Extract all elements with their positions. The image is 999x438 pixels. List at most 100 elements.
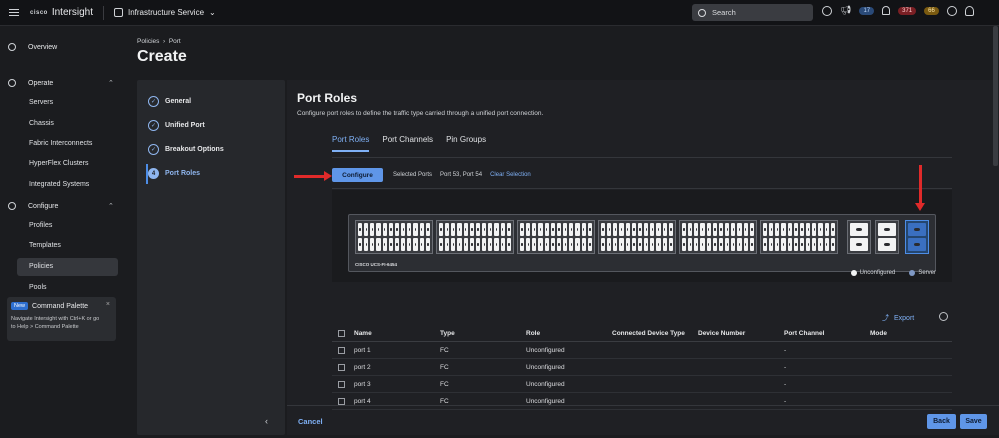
sfp-port[interactable]	[364, 223, 369, 236]
sfp-port[interactable]	[482, 238, 487, 251]
sfp-port[interactable]	[506, 223, 511, 236]
check-circle-icon[interactable]	[822, 5, 832, 16]
table-row[interactable]: port 1 FC Unconfigured -	[332, 342, 952, 359]
sfp-port[interactable]	[607, 223, 612, 236]
sfp-port[interactable]	[613, 223, 618, 236]
warning-alarms-badge[interactable]: 66	[924, 6, 939, 15]
col-mode[interactable]: Mode	[870, 330, 930, 337]
sfp-port[interactable]	[706, 223, 711, 236]
sfp-port[interactable]	[407, 223, 412, 236]
sfp-port[interactable]	[787, 223, 792, 236]
sfp-port[interactable]	[793, 223, 798, 236]
sfp-port[interactable]	[457, 238, 462, 251]
sfp-port[interactable]	[506, 238, 511, 251]
sfp-port[interactable]	[463, 238, 468, 251]
row-checkbox[interactable]	[338, 363, 345, 371]
sfp-port[interactable]	[581, 238, 586, 251]
configure-button[interactable]: Configure	[332, 168, 383, 182]
sfp-port[interactable]	[737, 238, 742, 251]
sidebar-item-templates[interactable]: Templates	[29, 242, 61, 249]
sfp-port[interactable]	[425, 223, 430, 236]
sfp-port[interactable]	[451, 238, 456, 251]
col-connected-device-type[interactable]: Connected Device Type	[612, 330, 698, 337]
sfp-port[interactable]	[644, 238, 649, 251]
sfp-port[interactable]	[806, 223, 811, 236]
sfp-port[interactable]	[650, 223, 655, 236]
sfp-port[interactable]	[824, 238, 829, 251]
sfp-port[interactable]	[682, 238, 687, 251]
qsfp-port[interactable]	[878, 238, 896, 251]
col-name[interactable]: Name	[354, 330, 440, 337]
qsfp-port[interactable]	[850, 223, 868, 236]
sfp-port[interactable]	[781, 223, 786, 236]
sfp-port[interactable]	[401, 238, 406, 251]
sfp-port[interactable]	[563, 223, 568, 236]
sfp-port[interactable]	[769, 223, 774, 236]
menu-icon[interactable]	[0, 11, 28, 14]
user-icon[interactable]	[964, 5, 974, 16]
megaphone-icon[interactable]: 📢︎	[840, 5, 851, 16]
sfp-port[interactable]	[619, 223, 624, 236]
sfp-port[interactable]	[439, 238, 444, 251]
step-breakout-options[interactable]: ✓ Breakout Options	[148, 144, 224, 155]
sfp-port[interactable]	[569, 238, 574, 251]
col-type[interactable]: Type	[440, 330, 526, 337]
sfp-port[interactable]	[824, 223, 829, 236]
sfp-port[interactable]	[419, 238, 424, 251]
sfp-port[interactable]	[694, 223, 699, 236]
help-icon[interactable]	[946, 5, 957, 16]
sfp-port[interactable]	[376, 223, 381, 236]
sfp-port[interactable]	[619, 238, 624, 251]
sfp-port[interactable]	[538, 238, 543, 251]
sfp-port[interactable]	[425, 238, 430, 251]
qsfp-port[interactable]	[908, 238, 926, 251]
sfp-port[interactable]	[613, 238, 618, 251]
sfp-port[interactable]	[469, 238, 474, 251]
sfp-port[interactable]	[799, 223, 805, 236]
sfp-port[interactable]	[394, 238, 400, 251]
sfp-port[interactable]	[445, 223, 450, 236]
sfp-port[interactable]	[520, 223, 525, 236]
sidebar-item-policies[interactable]: Policies	[29, 263, 53, 270]
sfp-port[interactable]	[737, 223, 742, 236]
sfp-port[interactable]	[575, 223, 580, 236]
breadcrumb-policies[interactable]: Policies	[137, 38, 159, 45]
sfp-port[interactable]	[494, 238, 499, 251]
sfp-port[interactable]	[694, 238, 699, 251]
sfp-port[interactable]	[818, 223, 823, 236]
sfp-port[interactable]	[650, 238, 655, 251]
sfp-port[interactable]	[712, 223, 717, 236]
sfp-port[interactable]	[830, 238, 835, 251]
back-button[interactable]: Back	[927, 414, 956, 429]
sfp-port[interactable]	[556, 223, 562, 236]
qsfp-port[interactable]	[850, 238, 868, 251]
sfp-port[interactable]	[637, 238, 643, 251]
sfp-port[interactable]	[587, 223, 592, 236]
sfp-port[interactable]	[637, 223, 643, 236]
step-general[interactable]: ✓ General	[148, 96, 191, 107]
sfp-port[interactable]	[799, 238, 805, 251]
step-port-roles[interactable]: 4 Port Roles	[148, 168, 200, 179]
cancel-button[interactable]: Cancel	[298, 417, 323, 426]
sfp-port[interactable]	[725, 238, 730, 251]
sfp-port[interactable]	[731, 223, 736, 236]
sidebar-item-profiles[interactable]: Profiles	[29, 222, 52, 229]
sfp-port[interactable]	[743, 223, 748, 236]
sfp-port[interactable]	[469, 223, 474, 236]
sfp-port[interactable]	[706, 238, 711, 251]
scrollbar[interactable]	[993, 26, 998, 166]
sfp-port[interactable]	[388, 223, 393, 236]
row-checkbox[interactable]	[338, 380, 345, 388]
save-button[interactable]: Save	[960, 414, 987, 429]
sfp-port[interactable]	[358, 238, 363, 251]
sfp-port[interactable]	[644, 223, 649, 236]
sfp-port[interactable]	[700, 223, 705, 236]
sfp-port[interactable]	[812, 238, 817, 251]
sfp-port[interactable]	[475, 238, 481, 251]
sfp-port[interactable]	[688, 223, 693, 236]
sfp-port[interactable]	[793, 238, 798, 251]
service-selector[interactable]: Infrastructure Service ⌄	[113, 8, 216, 17]
sfp-port[interactable]	[358, 223, 363, 236]
sfp-port[interactable]	[818, 238, 823, 251]
sfp-port[interactable]	[376, 238, 381, 251]
